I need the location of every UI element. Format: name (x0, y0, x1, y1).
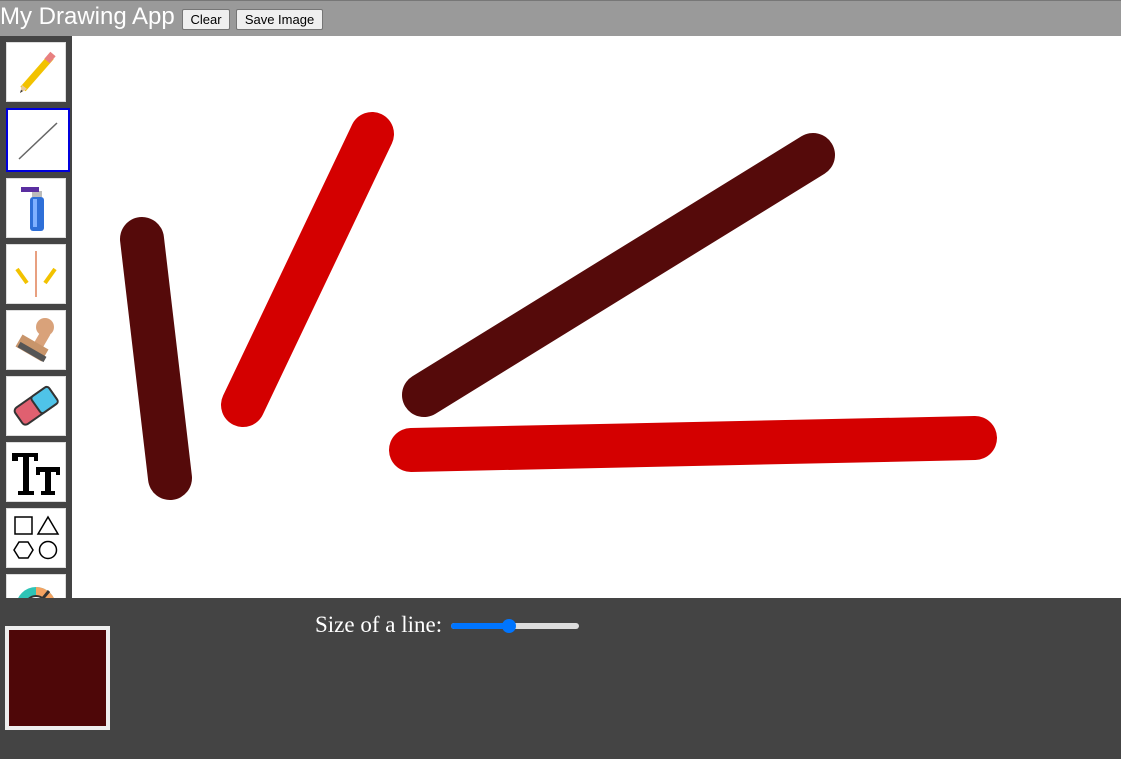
current-color-swatch[interactable] (5, 626, 110, 730)
color-wheel-icon (18, 587, 54, 598)
canvas-stroke (389, 416, 997, 472)
spray-can-icon (21, 187, 44, 231)
pencil-icon (20, 51, 56, 93)
tool-line[interactable] (6, 108, 70, 172)
line-icon (18, 122, 58, 160)
canvas-stroke (402, 133, 835, 417)
slider-fill (451, 623, 510, 629)
tool-color-picker[interactable] (6, 574, 66, 598)
stamp-icon (15, 318, 54, 363)
tool-pencil[interactable] (6, 42, 66, 102)
tool-spray[interactable] (6, 178, 66, 238)
eraser-icon (13, 385, 59, 426)
tool-mirror[interactable] (6, 244, 66, 304)
app-title: My Drawing App (0, 3, 175, 30)
tool-sidebar (0, 36, 72, 598)
tool-shapes[interactable] (6, 508, 66, 568)
drawing-canvas[interactable] (72, 36, 1121, 598)
tool-stamp[interactable] (6, 310, 66, 370)
clear-button[interactable]: Clear (182, 9, 230, 30)
tool-text[interactable] (6, 442, 66, 502)
line-size-slider[interactable] (451, 619, 579, 633)
mirror-pencils-icon (15, 251, 57, 297)
shapes-icon (13, 515, 60, 560)
canvas-stroke (221, 112, 394, 427)
app-header: My Drawing App Clear Save Image (0, 0, 1121, 36)
text-icon (12, 453, 60, 495)
canvas-drawing (120, 112, 997, 500)
bottom-panel: Size of a line: (0, 598, 1121, 759)
tool-eraser[interactable] (6, 376, 66, 436)
line-size-label: Size of a line: (315, 612, 443, 637)
slider-thumb[interactable] (502, 619, 517, 633)
save-image-button[interactable]: Save Image (236, 9, 323, 30)
canvas-stroke (120, 217, 192, 500)
